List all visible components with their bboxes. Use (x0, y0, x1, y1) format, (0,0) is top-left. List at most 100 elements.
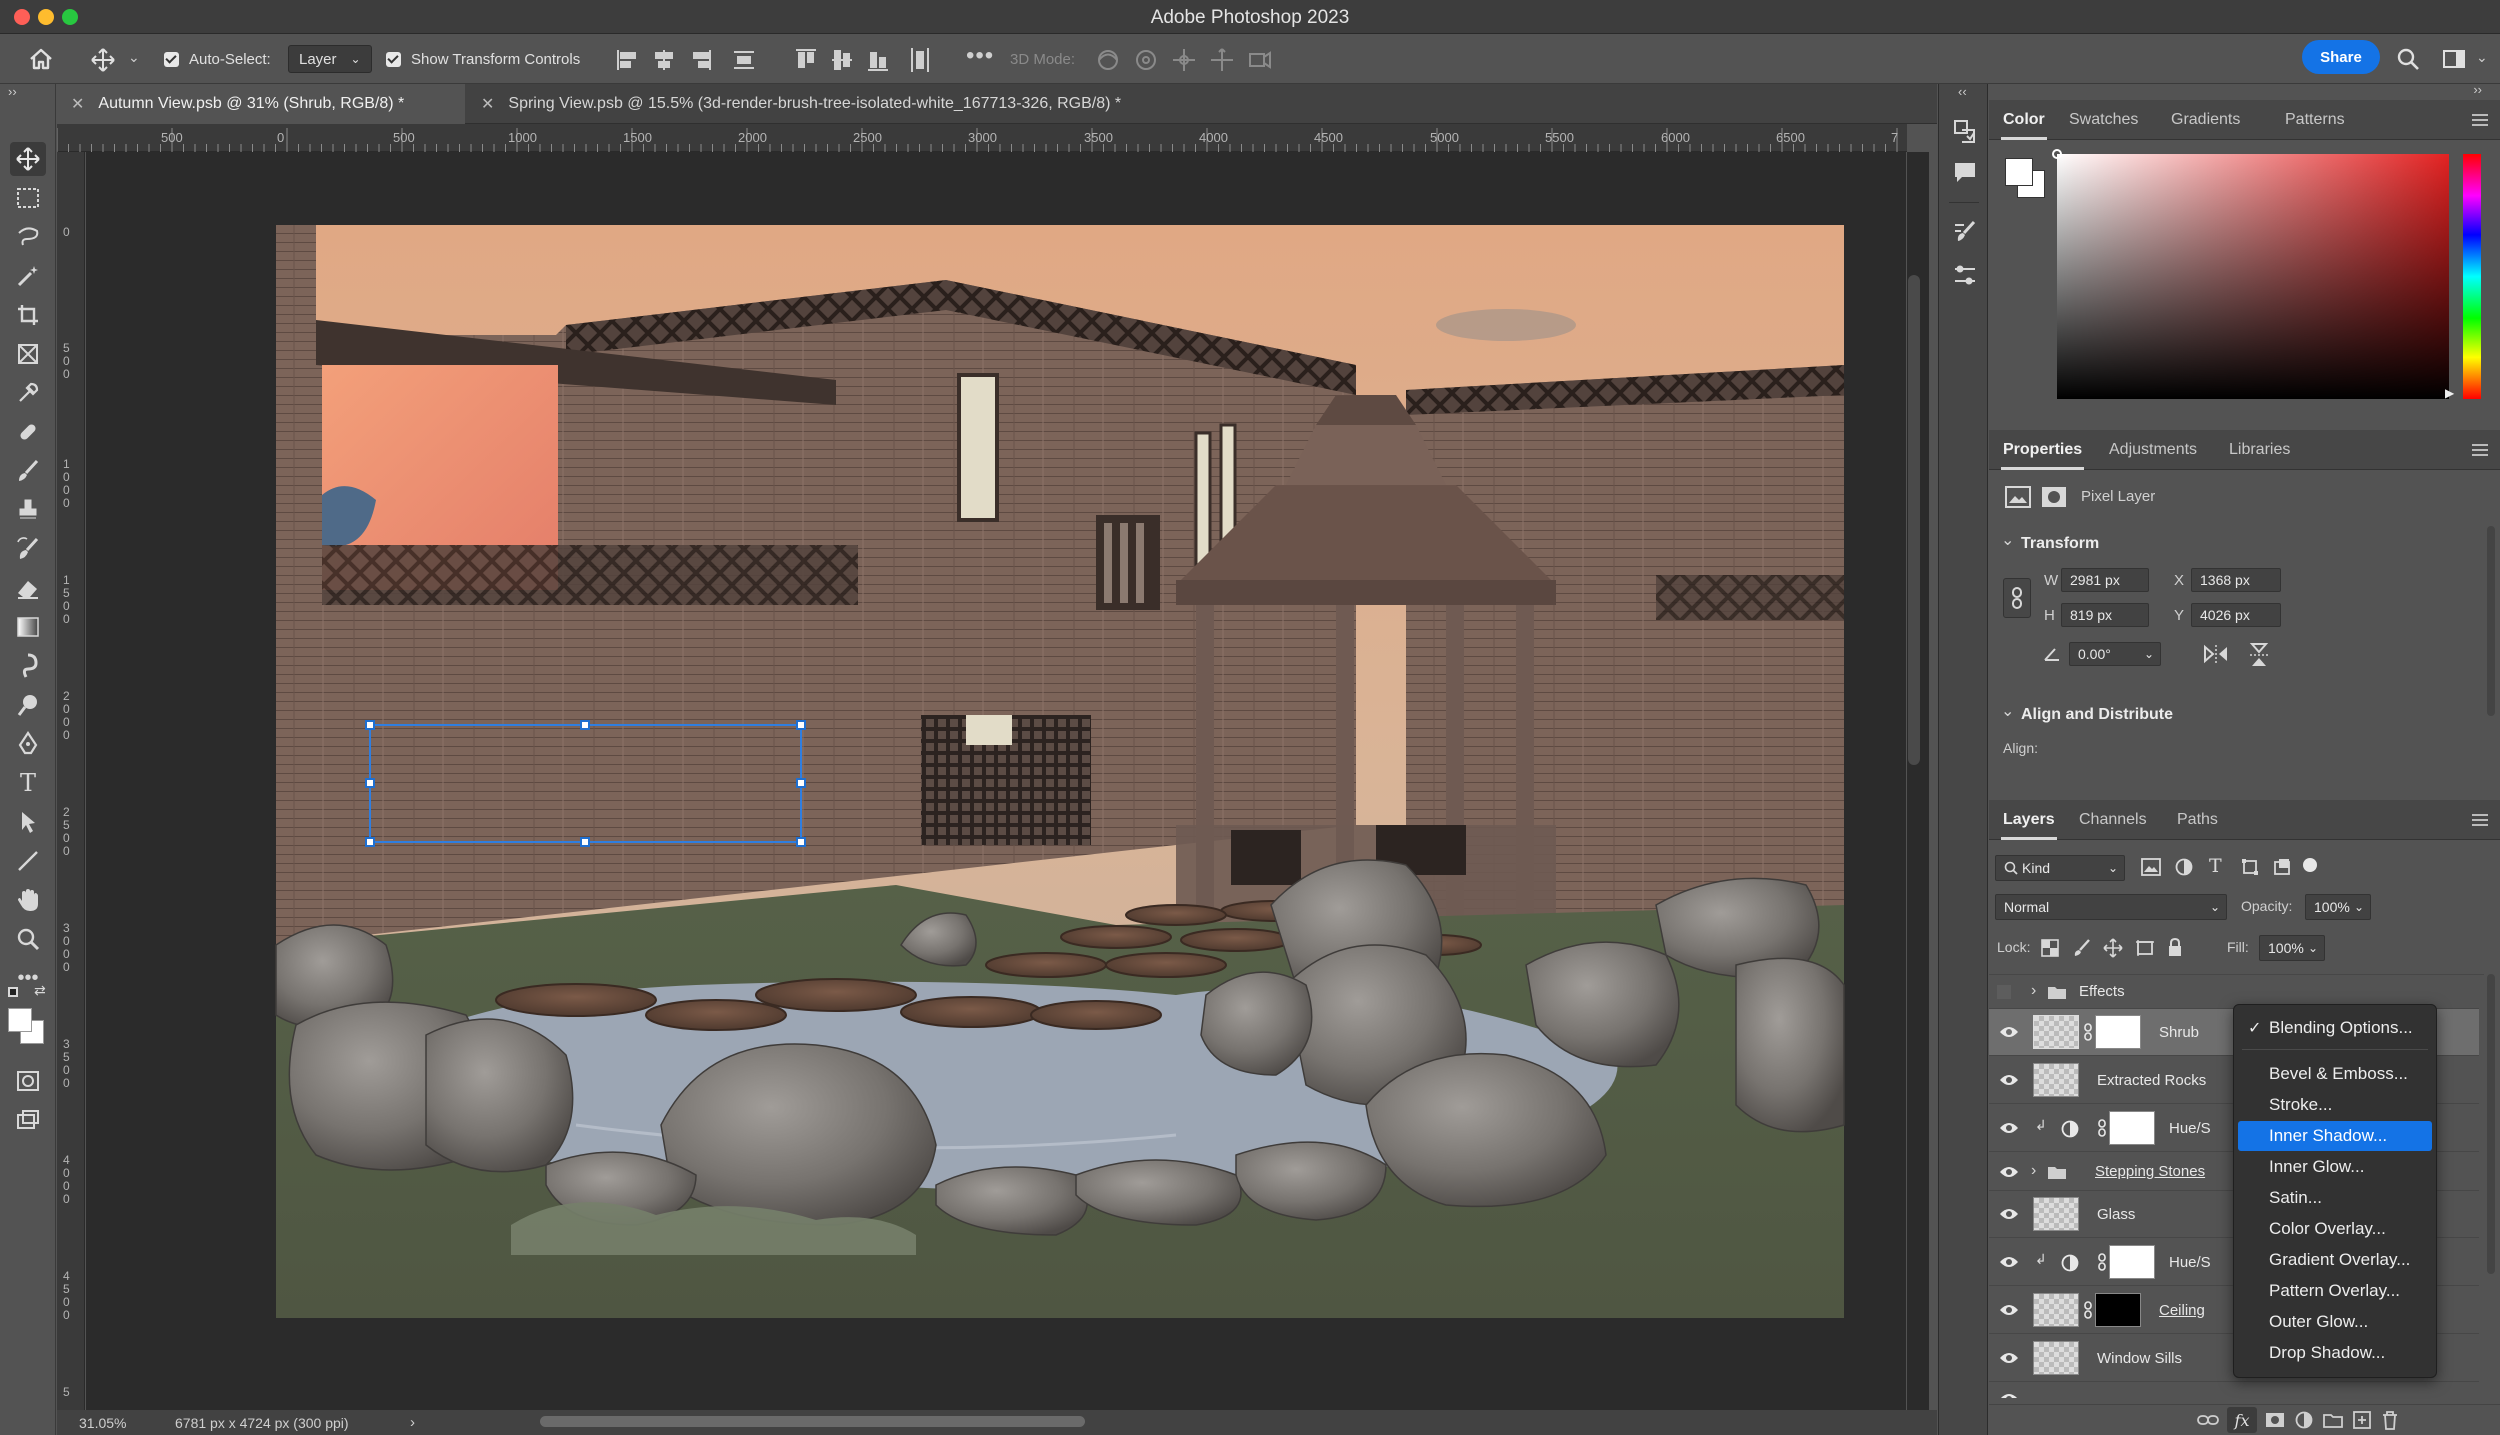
move-tool[interactable] (10, 142, 46, 176)
tab-spring-view[interactable]: ✕ Spring View.psb @ 15.5% (3d-render-bru… (467, 84, 1317, 124)
home-icon[interactable] (28, 47, 54, 71)
opacity-field[interactable]: 100% ⌄ (2305, 894, 2371, 920)
path-selection-tool[interactable] (10, 805, 46, 839)
share-button[interactable]: Share (2302, 40, 2380, 74)
blend-mode-dropdown[interactable]: Normal ⌄ (1995, 894, 2227, 920)
menu-item-drop-shadow[interactable]: Drop Shadow... (2238, 1338, 2432, 1368)
menu-item-bevel-emboss[interactable]: Bevel & Emboss... (2238, 1059, 2432, 1089)
magic-wand-tool[interactable] (10, 259, 46, 293)
new-group-icon[interactable] (2323, 1412, 2343, 1428)
eye-icon[interactable] (1999, 1256, 2019, 1268)
properties-scrollbar[interactable] (2487, 526, 2495, 716)
eye-icon[interactable] (1999, 1352, 2019, 1364)
history-panel-icon[interactable] (1952, 118, 1978, 144)
zoom-tool[interactable] (10, 922, 46, 956)
fill-field[interactable]: 100% ⌄ (2259, 935, 2325, 961)
brush-settings-icon[interactable] (1952, 219, 1978, 245)
close-tab-icon[interactable]: ✕ (481, 94, 494, 114)
height-field[interactable]: 819 px (2061, 603, 2149, 627)
tab-layers[interactable]: Layers (2001, 800, 2057, 840)
filter-shape-icon[interactable] (2241, 858, 2259, 876)
close-tab-icon[interactable]: ✕ (71, 94, 84, 114)
eye-icon[interactable] (1999, 1208, 2019, 1220)
tab-color[interactable]: Color (2001, 100, 2047, 140)
panel-menu-icon[interactable] (2472, 444, 2488, 456)
menu-item-outer-glow[interactable]: Outer Glow... (2238, 1307, 2432, 1337)
tab-properties[interactable]: Properties (2000, 430, 2085, 470)
collapse-panels-icon[interactable]: ‹‹ (1958, 84, 1967, 99)
document-canvas[interactable] (86, 152, 1906, 1410)
layer-mask-thumbnail[interactable] (2109, 1245, 2155, 1279)
crop-tool[interactable] (10, 298, 46, 332)
new-adjustment-layer-icon[interactable] (2295, 1411, 2313, 1429)
y-position-field[interactable]: 4026 px (2191, 603, 2281, 627)
layer-mask-thumbnail[interactable] (2095, 1015, 2141, 1049)
pen-tool[interactable] (10, 727, 46, 761)
filter-adjustment-icon[interactable] (2175, 858, 2193, 876)
flip-vertical-icon[interactable] (2249, 642, 2269, 668)
menu-item-inner-shadow[interactable]: Inner Shadow... (2238, 1121, 2432, 1151)
layer-row-partial[interactable] (1989, 1383, 2479, 1398)
tab-autumn-view[interactable]: ✕ Autumn View.psb @ 31% (Shrub, RGB/8) * (57, 84, 465, 124)
chevron-down-icon[interactable]: ⌄ (128, 49, 140, 66)
layers-scrollbar[interactable] (2487, 974, 2495, 1274)
swap-colors-icon[interactable]: ⇄ (34, 982, 46, 999)
menu-item-gradient-overlay[interactable]: Gradient Overlay... (2238, 1245, 2432, 1275)
hue-slider-pointer-icon[interactable]: ▶ (2445, 386, 2454, 400)
horizontal-ruler[interactable]: 500 0 500 1000 1500 2000 2500 3000 3500 … (57, 124, 1907, 152)
expand-panel-icon[interactable]: ›› (8, 84, 17, 99)
visibility-toggle-empty[interactable] (1997, 985, 2011, 999)
eye-icon[interactable] (1999, 1393, 2019, 1398)
history-brush-tool[interactable] (10, 532, 46, 566)
align-distribute-title[interactable]: Align and Distribute (2021, 706, 2173, 724)
lock-all-icon[interactable] (2167, 937, 2183, 957)
chain-link-icon[interactable] (2083, 1023, 2093, 1041)
tab-swatches[interactable]: Swatches (2069, 100, 2138, 140)
menu-item-stroke[interactable]: Stroke... (2238, 1090, 2432, 1120)
link-layers-icon[interactable] (2197, 1413, 2219, 1427)
more-options-icon[interactable]: ••• (966, 42, 994, 70)
menu-item-blending-options[interactable]: ✓ Blending Options... (2238, 1013, 2432, 1043)
smudge-tool[interactable] (10, 649, 46, 683)
chevron-right-icon[interactable]: › (2031, 1162, 2036, 1180)
menu-item-color-overlay[interactable]: Color Overlay... (2238, 1214, 2432, 1244)
frame-tool[interactable] (10, 337, 46, 371)
hand-tool[interactable] (10, 883, 46, 917)
collapse-panels-icon[interactable]: ›› (2473, 82, 2482, 97)
auto-select-target-dropdown[interactable]: Layer ⌄ (288, 45, 372, 73)
layer-mask-icon[interactable] (2041, 486, 2067, 508)
default-colors-icon[interactable] (8, 987, 18, 997)
chevron-down-icon[interactable]: ⌄ (2001, 701, 2014, 721)
x-position-field[interactable]: 1368 px (2191, 568, 2281, 592)
dodge-tool[interactable] (10, 688, 46, 722)
menu-item-satin[interactable]: Satin... (2238, 1183, 2432, 1213)
move-tool-preset-icon[interactable] (90, 47, 116, 73)
layer-mask-thumbnail[interactable] (2095, 1293, 2141, 1327)
show-transform-controls-checkbox[interactable]: Show Transform Controls (386, 34, 580, 84)
eye-icon[interactable] (1999, 1304, 2019, 1316)
color-picker-marker[interactable] (2052, 149, 2062, 159)
trash-icon[interactable] (2381, 1410, 2399, 1430)
marquee-tool[interactable] (10, 181, 46, 215)
auto-select-checkbox[interactable]: Auto-Select: (164, 34, 271, 84)
panel-menu-icon[interactable] (2472, 814, 2488, 826)
horizontal-scrollbar-thumb[interactable] (540, 1416, 1085, 1427)
width-field[interactable]: 2981 px (2061, 568, 2149, 592)
transform-section-title[interactable]: Transform (2021, 535, 2099, 553)
eye-icon[interactable] (1999, 1122, 2019, 1134)
tab-channels[interactable]: Channels (2079, 800, 2147, 840)
chain-link-icon[interactable] (2083, 1301, 2093, 1319)
link-dimensions-button[interactable] (2003, 578, 2031, 618)
healing-brush-tool[interactable] (10, 415, 46, 449)
gradient-tool[interactable] (10, 610, 46, 644)
eye-icon[interactable] (1999, 1074, 2019, 1086)
line-tool[interactable] (10, 844, 46, 878)
screen-mode-button[interactable] (10, 1103, 46, 1137)
layer-mask-thumbnail[interactable] (2109, 1111, 2155, 1145)
foreground-color-swatch[interactable] (8, 1008, 32, 1032)
angle-field[interactable]: 0.00° ⌄ (2069, 642, 2161, 666)
type-tool[interactable]: T (10, 766, 46, 800)
filter-smart-object-icon[interactable] (2273, 858, 2291, 876)
lock-artboard-icon[interactable] (2135, 939, 2155, 957)
chevron-down-icon[interactable]: ⌄ (2476, 49, 2488, 66)
